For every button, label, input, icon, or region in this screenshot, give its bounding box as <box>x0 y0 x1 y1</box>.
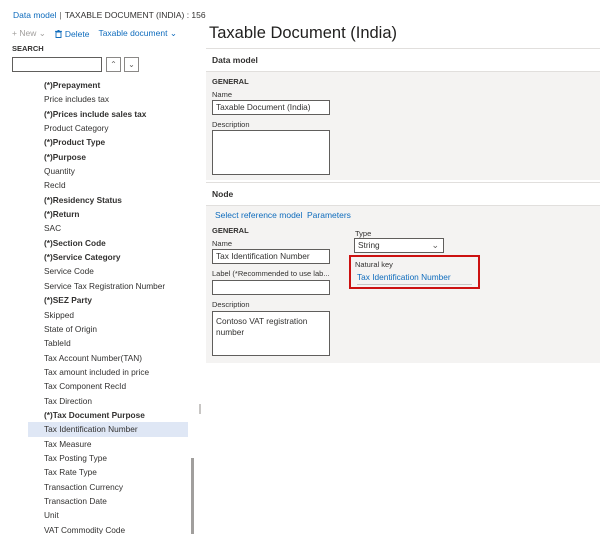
tree-item[interactable]: (*)SEZ Party <box>28 293 188 307</box>
data-model-general-header: GENERAL <box>212 77 249 86</box>
data-model-section-header[interactable]: Data model <box>206 48 600 72</box>
tree-item[interactable]: (*)Residency Status <box>28 193 188 207</box>
node-label-field[interactable] <box>212 280 330 295</box>
data-model-description-field[interactable] <box>212 130 330 175</box>
node-name-field[interactable]: Tax Identification Number <box>212 249 330 264</box>
tree-item[interactable]: (*)Section Code <box>28 236 188 250</box>
scrollbar-marker <box>199 404 201 414</box>
breadcrumb: Data model | TAXABLE DOCUMENT (INDIA) : 15… <box>13 10 206 20</box>
node-general-header: GENERAL <box>212 226 249 235</box>
tree-item[interactable]: TableId <box>28 336 188 350</box>
previous-match-button[interactable]: ⌃ <box>106 57 121 72</box>
new-button-label: New <box>19 28 37 38</box>
chevron-down-icon: ⌄ <box>38 28 46 38</box>
breadcrumb-current: TAXABLE DOCUMENT (INDIA) : 156 <box>64 10 206 20</box>
tree-item[interactable]: Service Code <box>28 264 188 278</box>
trash-icon <box>54 29 62 38</box>
tree-item[interactable]: Transaction Date <box>28 494 188 508</box>
tree-item[interactable]: Tax amount included in price <box>28 365 188 379</box>
tree-item[interactable]: Service Tax Registration Number <box>28 279 188 293</box>
plus-icon: + <box>12 28 17 38</box>
tree-item[interactable]: Skipped <box>28 308 188 322</box>
tree-item[interactable]: (*)Service Category <box>28 250 188 264</box>
tree-item[interactable]: Transaction Currency <box>28 480 188 494</box>
node-description-field[interactable]: Contoso VAT registration number <box>212 311 330 356</box>
taxable-document-menu-label: Taxable document <box>98 28 168 38</box>
toolbar: + New ⌄ Delete Taxable document ⌄ <box>12 28 177 39</box>
node-section-header[interactable]: Node <box>206 182 600 206</box>
parameters-button[interactable]: Parameters <box>307 210 351 220</box>
natural-key-label: Natural key <box>355 260 393 269</box>
data-model-name-field[interactable]: Taxable Document (India) <box>212 100 330 115</box>
tree-item[interactable]: Tax Direction <box>28 394 188 408</box>
tree-item[interactable]: Tax Posting Type <box>28 451 188 465</box>
data-model-name-label: Name <box>212 90 233 99</box>
tree-item[interactable]: Tax Measure <box>28 437 188 451</box>
delete-button-label: Delete <box>64 28 90 39</box>
chevron-down-icon: ⌄ <box>431 240 439 250</box>
tree-item[interactable]: Tax Component RecId <box>28 379 188 393</box>
breadcrumb-root-link[interactable]: Data model <box>13 10 56 20</box>
tree-item[interactable]: Quantity <box>28 164 188 178</box>
taxable-document-menu[interactable]: Taxable document ⌄ <box>98 28 177 39</box>
tree-item[interactable]: Price includes tax <box>28 92 188 106</box>
node-description-label: Description <box>212 300 250 309</box>
tree-item[interactable]: Product Category <box>28 121 188 135</box>
tree-item[interactable]: VAT Commodity Code <box>28 523 188 534</box>
tree-item-selected[interactable]: Tax Identification Number <box>28 422 188 437</box>
node-name-label: Name <box>212 239 233 248</box>
data-model-section: GENERAL Name Taxable Document (India) De… <box>206 72 600 180</box>
tree-item[interactable]: (*)Purpose <box>28 150 188 164</box>
tree-item[interactable]: (*)Prepayment <box>28 78 188 92</box>
next-match-button[interactable]: ⌄ <box>124 57 139 72</box>
data-model-tree: (*)Prepayment Price includes tax (*)Prices… <box>28 78 188 534</box>
navigation-pane: Data model | TAXABLE DOCUMENT (INDIA) : 15… <box>0 0 206 534</box>
delete-button[interactable]: Delete <box>54 28 90 39</box>
chevron-down-icon: ⌄ <box>169 28 177 38</box>
tree-item[interactable]: State of Origin <box>28 322 188 336</box>
search-label: SEARCH <box>12 44 44 53</box>
tree-item[interactable]: (*)Tax Document Purpose <box>28 408 188 422</box>
tree-item[interactable]: Tax Rate Type <box>28 465 188 479</box>
detail-pane: Taxable Document (India) Data model GENE… <box>206 0 600 534</box>
page-title: Taxable Document (India) <box>209 24 398 42</box>
search-input[interactable] <box>12 57 102 72</box>
tree-item[interactable]: SAC <box>28 221 188 235</box>
type-select-value: String <box>358 240 380 250</box>
tree-scrollbar[interactable] <box>191 458 194 534</box>
type-label: Type <box>355 229 372 238</box>
tree-item[interactable]: (*)Prices include sales tax <box>28 107 188 121</box>
breadcrumb-separator: | <box>59 10 62 20</box>
select-reference-model-button[interactable]: Select reference model <box>215 210 302 220</box>
tree-item[interactable]: Tax Account Number(TAN) <box>28 351 188 365</box>
type-select[interactable]: String ⌄ <box>354 238 444 253</box>
new-button[interactable]: + New ⌄ <box>12 28 46 39</box>
tree-item[interactable]: (*)Return <box>28 207 188 221</box>
node-label-label: Label (*Recommended to use lab... <box>212 269 330 278</box>
tree-item[interactable]: (*)Product Type <box>28 135 188 149</box>
tree-item[interactable]: Unit <box>28 508 188 522</box>
natural-key-field[interactable]: Tax Identification Number <box>357 272 472 285</box>
chevron-up-icon: ⌃ <box>110 60 117 69</box>
node-section: Select reference model Parameters GENERA… <box>206 206 600 363</box>
tree-item[interactable]: RecId <box>28 178 188 192</box>
data-model-description-label: Description <box>212 120 250 129</box>
chevron-down-icon: ⌄ <box>128 60 135 69</box>
